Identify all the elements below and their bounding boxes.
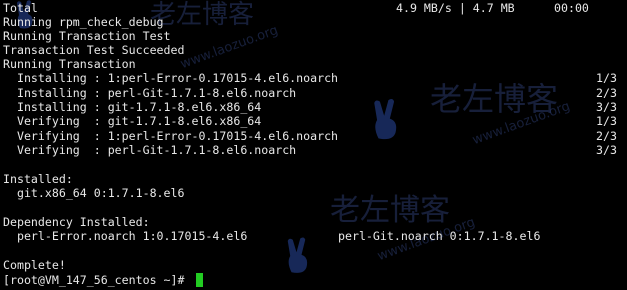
shell-prompt[interactable]: [root@VM_147_56_centos ~]#: [3, 273, 184, 287]
dependency-package: perl-Git.noarch 0:1.7.1-8.el6: [338, 229, 541, 243]
total-time: 00:00: [554, 1, 589, 15]
status-line: Running Transaction Test: [3, 29, 171, 43]
total-speed-size: 4.9 MB/s | 4.7 MB: [396, 1, 515, 15]
status-line: Running Transaction: [3, 57, 136, 71]
text-cursor: [196, 273, 203, 287]
total-label: Total: [3, 1, 38, 15]
installed-package: git.x86_64 0:1.7.1-8.el6: [3, 186, 185, 200]
victory-hand-icon: [374, 99, 397, 140]
watermark-brand-2: 老左博客: [430, 80, 559, 118]
transaction-line: Installing : perl-Git-1.7.1-8.el6.noarch: [3, 86, 297, 100]
victory-hand-icon: [287, 237, 308, 273]
transaction-count: 3/3: [596, 100, 617, 114]
dependency-header: Dependency Installed:: [3, 215, 150, 229]
installed-header: Installed:: [3, 172, 73, 186]
terminal-window[interactable]: 老左博客 www.laozuo.org 老左博客 www.laozuo.org …: [0, 0, 627, 290]
transaction-line: Installing : 1:perl-Error-0.17015-4.el6.…: [3, 71, 339, 85]
watermark-url-2: www.laozuo.org: [470, 98, 573, 149]
dependency-package: perl-Error.noarch 1:0.17015-4.el6: [3, 229, 248, 243]
transaction-line: Verifying : 1:perl-Error-0.17015-4.el6.n…: [3, 129, 339, 143]
transaction-count: 1/3: [596, 71, 617, 85]
transaction-line: Installing : git-1.7.1-8.el6.x86_64: [3, 100, 262, 114]
watermark-url-1: www.laozuo.org: [178, 22, 281, 73]
watermark-brand-1: 老左博客: [150, 0, 255, 30]
transaction-line: Verifying : git-1.7.1-8.el6.x86_64: [3, 114, 262, 128]
transaction-count: 3/3: [596, 143, 617, 157]
complete-message: Complete!: [3, 258, 66, 272]
transaction-count: 2/3: [596, 129, 617, 143]
transaction-line: Verifying : perl-Git-1.7.1-8.el6.noarch: [3, 143, 297, 157]
transaction-count: 1/3: [596, 114, 617, 128]
watermark-brand-3: 老左博客: [330, 193, 450, 228]
status-line: Transaction Test Succeeded: [3, 43, 185, 57]
status-line: Running rpm_check_debug: [3, 15, 164, 29]
transaction-count: 2/3: [596, 86, 617, 100]
